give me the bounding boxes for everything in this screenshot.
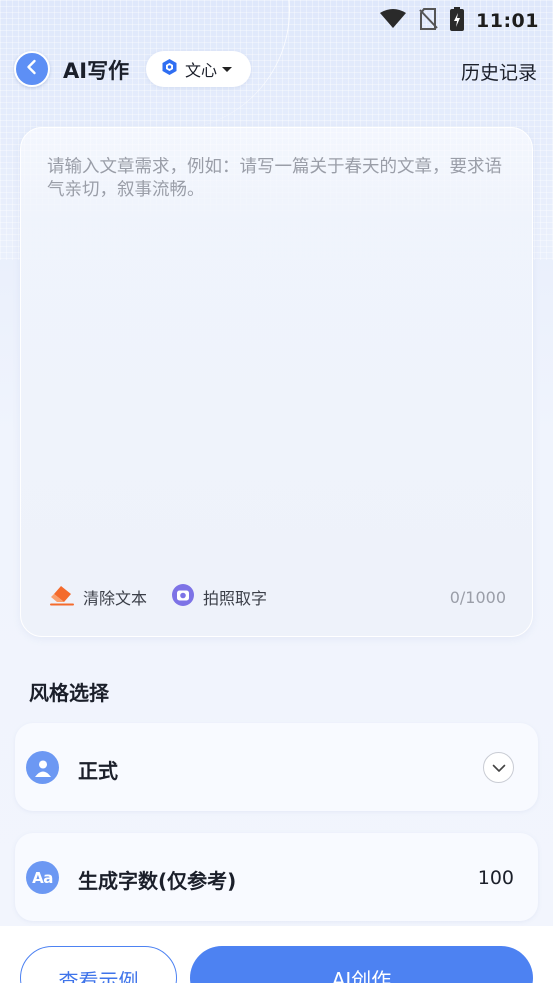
style-selector[interactable]: 正式 [15,723,538,811]
no-sim-icon [418,8,438,34]
history-button[interactable]: 历史记录 [461,58,537,85]
input-actions: 清除文本 拍照取字 [49,583,291,611]
person-icon [26,751,59,784]
status-bar: 11:01 [0,0,553,38]
bottom-action-bar: 查看示例 AI创作 [0,926,553,983]
word-count-value[interactable]: 100 [478,867,514,889]
chevron-left-icon [25,59,39,79]
model-label: 文心 [185,61,218,80]
camera-icon [171,583,195,611]
page-title: AI写作 [63,59,130,83]
ai-create-button[interactable]: AI创作 [190,946,533,983]
word-count-row[interactable]: Aa 生成字数(仅参考) 100 [15,833,538,921]
view-example-button[interactable]: 查看示例 [20,946,177,983]
photo-ocr-button[interactable]: 拍照取字 [171,583,267,611]
eraser-icon [49,584,75,610]
prompt-input[interactable] [47,156,517,556]
clear-text-button[interactable]: 清除文本 [49,584,147,610]
status-time: 11:01 [476,10,539,32]
model-selector[interactable]: 文心 [146,51,251,87]
battery-charging-icon [450,7,465,35]
style-dropdown-button[interactable] [483,752,514,783]
input-card: 清除文本 拍照取字 0/1000 [20,127,533,637]
app-header: AI写作 文心 历史记录 [0,46,553,92]
style-section-title: 风格选择 [29,681,109,705]
status-icons: 11:01 [380,7,539,35]
word-count-label: 生成字数(仅参考) [78,869,237,893]
photo-ocr-label: 拍照取字 [203,589,268,608]
wifi-icon [380,9,407,33]
wenxin-logo-icon [161,58,178,80]
chevron-down-icon [492,758,506,777]
back-button[interactable] [14,51,50,87]
char-count: 0/1000 [449,588,506,607]
style-label: 正式 [78,759,118,783]
font-aa-icon: Aa [26,861,59,894]
clear-text-label: 清除文本 [83,589,148,608]
caret-down-icon [222,66,233,72]
